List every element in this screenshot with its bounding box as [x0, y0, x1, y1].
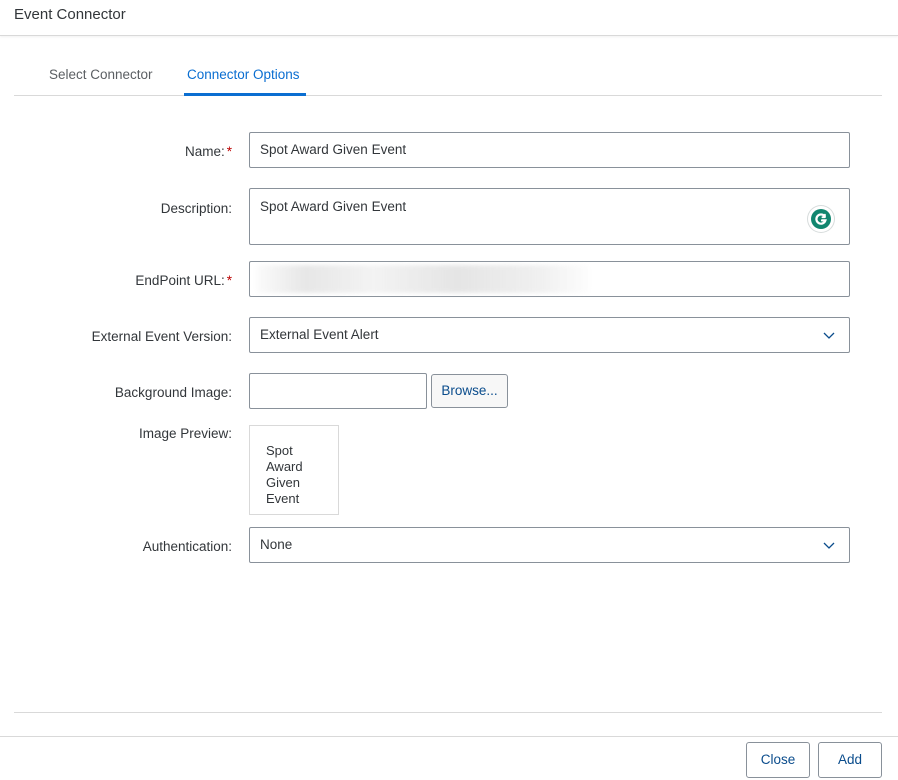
required-marker: *: [226, 273, 232, 288]
name-label: Name: *: [184, 144, 232, 159]
name-input[interactable]: Spot Award Given Event: [249, 132, 850, 168]
description-label: Description:: [160, 201, 232, 216]
image-preview: Spot Award Given Event: [249, 425, 339, 515]
tab-connector-options[interactable]: Connector Options: [187, 67, 300, 96]
active-tab-indicator: [184, 93, 306, 96]
grammarly-icon[interactable]: [808, 206, 834, 232]
external-event-version-select[interactable]: External Event Alert: [249, 317, 850, 353]
dialog-header: Event Connector: [0, 0, 898, 36]
browse-button[interactable]: Browse...: [431, 374, 508, 408]
chevron-down-icon: [823, 332, 835, 339]
close-button[interactable]: Close: [746, 742, 810, 778]
authentication-select[interactable]: None: [249, 527, 850, 563]
external-event-version-label: External Event Version:: [91, 329, 232, 344]
dialog-title: Event Connector: [14, 6, 126, 23]
add-button[interactable]: Add: [818, 742, 882, 778]
endpoint-url-input[interactable]: [249, 261, 850, 297]
background-image-input[interactable]: [249, 373, 427, 409]
redacted-url: [256, 265, 590, 293]
image-preview-label: Image Preview:: [138, 426, 232, 441]
description-textarea[interactable]: Spot Award Given Event: [249, 188, 850, 245]
authentication-label: Authentication:: [142, 539, 232, 554]
image-preview-text: Spot Award Given Event: [266, 443, 303, 506]
event-connector-dialog: Event Connector Select Connector Connect…: [0, 0, 898, 780]
tab-select-connector[interactable]: Select Connector: [49, 67, 153, 96]
tab-bar: Select Connector Connector Options: [14, 52, 882, 96]
required-marker: *: [226, 144, 232, 159]
dialog-footer: Close Add: [0, 736, 898, 780]
background-image-label: Background Image:: [114, 385, 232, 400]
chevron-down-icon: [823, 542, 835, 549]
endpoint-url-label: EndPoint URL: *: [135, 273, 232, 288]
content-divider: [14, 712, 882, 713]
